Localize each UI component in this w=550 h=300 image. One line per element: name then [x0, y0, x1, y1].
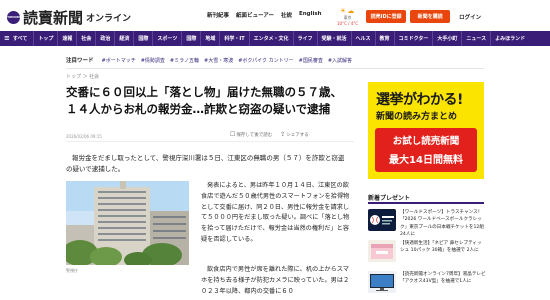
share-label: シェアする	[286, 133, 309, 138]
nav-item-entertainment[interactable]: エンタメ・文化	[248, 31, 293, 46]
nav-item-sports[interactable]: スポーツ	[152, 31, 181, 46]
election-ad-banner[interactable]: 選挙がわかる! 新聞の読み方まとめ お試し読売新聞 最大14日間無料	[368, 82, 484, 179]
ad-cta-box: お試し読売新聞 最大14日間無料	[375, 128, 477, 172]
gift-description: 【読売新聞オンライン7周年】液晶テレビ「アクオス43V型」を抽選で1人に	[400, 272, 486, 285]
gift-item[interactable]: 【快適新生活】「ネピア 鼻セレブティッシュ 10パック 30箱」を抽選で 2人に	[368, 240, 484, 270]
share-icon: ⇪	[280, 131, 286, 138]
tissue-product-image	[368, 240, 396, 262]
nav-item-health[interactable]: ヘルス	[350, 31, 375, 46]
register-button[interactable]: 読売IDに登録	[366, 10, 407, 23]
nav-item-local[interactable]: 地域	[200, 31, 219, 46]
tags-divider	[66, 68, 484, 69]
save-later-button[interactable]: ☐保存して後で読む	[230, 131, 272, 138]
ad-subheadline: 新聞の読み方まとめ	[376, 112, 458, 122]
trending-tags: 注目ワード #ボートマッチ #情勢調査 #ミラノ五輪 #大雪・寒波 #ボクパイク…	[66, 56, 357, 65]
nav-item-economy[interactable]: 経済	[114, 31, 133, 46]
gift-item[interactable]: 【ワールドスポーツ】トラスチャンス！「2026 ワールドベースボールクラシック」…	[368, 209, 484, 239]
tag-item[interactable]: #大雪・寒波	[204, 57, 233, 64]
share-button[interactable]: ⇪シェアする	[280, 131, 309, 138]
weather-temperature: 10°C / 4°C	[337, 21, 359, 26]
top-link-viewer[interactable]: 紙面ビューアー	[236, 11, 274, 19]
site-logo[interactable]: YOMIURI 読賣新聞 オンライン	[7, 7, 131, 28]
top-link-editorial[interactable]: 社説	[281, 11, 292, 19]
gift-thumbnail	[368, 209, 396, 231]
article-headline: 交番に６０回以上「落とし物」届けた無職の５７歳、１４人からお札の報労金…詐欺と窃…	[66, 85, 342, 116]
logo-mark-icon: YOMIURI	[7, 11, 20, 24]
bookmark-icon: ☐	[230, 131, 236, 138]
nav-item-life[interactable]: ライフ	[292, 31, 317, 46]
logo-title: 読賣新聞	[23, 9, 84, 27]
login-link[interactable]: ログイン	[459, 13, 481, 21]
nav-item-society[interactable]: 社会	[76, 31, 95, 46]
nav-item-yomiholand[interactable]: よみほランド	[490, 31, 529, 46]
article-divider	[66, 141, 354, 142]
article-body-paragraph: 発表によると、男は昨年１０月１４日、江東区の飲食店で遊んだ５０歳代男性のスマート…	[201, 182, 350, 243]
tv-product-image	[368, 271, 396, 293]
nav-item-education[interactable]: 教育	[374, 31, 394, 46]
ad-cta-line1: お試し読売新聞	[392, 136, 460, 147]
tag-item[interactable]: #ボクパイク カントリー	[238, 57, 293, 64]
nav-item-world[interactable]: 国際	[133, 31, 152, 46]
main-nav: ≡ すべて トップ 速報 社会 政治 経済 国際 スポーツ 国際 地域 科学・I…	[0, 31, 550, 46]
nav-item-yomidr[interactable]: コミドクター	[393, 31, 433, 46]
nav-item-science[interactable]: 科学・IT	[219, 31, 248, 46]
subscribe-button[interactable]: 新聞を購読	[410, 10, 451, 23]
nav-item-komachi[interactable]: 大手小町	[432, 31, 461, 46]
tag-item[interactable]: #ボートマッチ	[102, 57, 136, 64]
top-link-english[interactable]: English	[299, 11, 322, 19]
nav-all-button[interactable]: ≡ すべて	[4, 34, 33, 43]
save-later-label: 保存して後で読む	[236, 133, 273, 138]
ad-headline: 選挙がわかる!	[376, 92, 463, 108]
nav-item-exam[interactable]: 受験・就活	[316, 31, 351, 46]
gift-description: 【快適新生活】「ネピア 鼻セレブティッシュ 10パック 30箱」を抽選で 2人に	[400, 241, 482, 254]
top-links: 新刊紀事 紙面ビューアー 社説 English	[207, 11, 322, 19]
gift-item[interactable]: 【読売新聞オンライン7周年】液晶テレビ「アクオス43V型」を抽選で1人に	[368, 271, 486, 300]
tag-item[interactable]: #国民審査	[299, 57, 323, 64]
article-lead: 報労金をだまし取ったとして、警視庁深川署は５日、江東区の無職の男（５７）を詐欺と…	[66, 154, 345, 173]
ad-cta-line2: 最大14日間無料	[389, 155, 463, 166]
weather-widget[interactable]: ☀☁ 東京 10°C / 4°C	[337, 7, 358, 26]
article-date: 2026/02/06 09:15	[66, 134, 102, 139]
tags-label: 注目ワード	[66, 58, 94, 64]
gift-description: 【ワールドスポーツ】トラスチャンス！「2026 ワールドベースボールクラシック」…	[400, 210, 484, 238]
weather-icon: ☀☁	[339, 7, 356, 15]
police-building-image	[66, 181, 189, 265]
nav-item-world-2[interactable]: 国際	[181, 31, 200, 46]
menu-icon: ≡	[4, 34, 10, 42]
top-link-shinkan[interactable]: 新刊紀事	[207, 11, 229, 19]
gift-thumbnail	[368, 271, 396, 293]
article-photo[interactable]	[66, 181, 189, 265]
tag-item[interactable]: #情勢調査	[141, 57, 165, 64]
tag-item[interactable]: #ミラノ五輪	[170, 57, 199, 64]
header-actions: ☀☁ 東京 10°C / 4°C 読売IDに登録 新聞を購読 ログイン	[337, 7, 481, 26]
nav-item-top[interactable]: トップ	[33, 31, 57, 46]
photo-caption: 警視庁	[66, 268, 78, 273]
new-gifts-heading: 新着プレゼント	[368, 193, 484, 204]
breadcrumb[interactable]: トップ ＞ 社会	[66, 73, 99, 80]
tag-item[interactable]: #入試解答	[328, 57, 352, 64]
nav-item-news[interactable]: ニュース	[461, 31, 490, 46]
top-header: YOMIURI 読賣新聞 オンライン 新刊紀事 紙面ビューアー 社説 Engli…	[0, 0, 550, 30]
nav-item-breaking[interactable]: 速報	[57, 31, 76, 46]
baseball-classic-image	[368, 209, 396, 231]
gift-thumbnail	[368, 240, 396, 262]
nav-all-label: すべて	[12, 36, 28, 42]
article-actions: ☐保存して後で読む ⇪シェアする	[230, 131, 309, 138]
article-body-paragraph: 飲食店内で男性が席を離れた際に、机の上からスマホを持ち去る様子が防犯カメラに映っ…	[201, 266, 350, 295]
nav-item-politics[interactable]: 政治	[95, 31, 114, 46]
logo-subtitle: オンライン	[86, 14, 132, 24]
